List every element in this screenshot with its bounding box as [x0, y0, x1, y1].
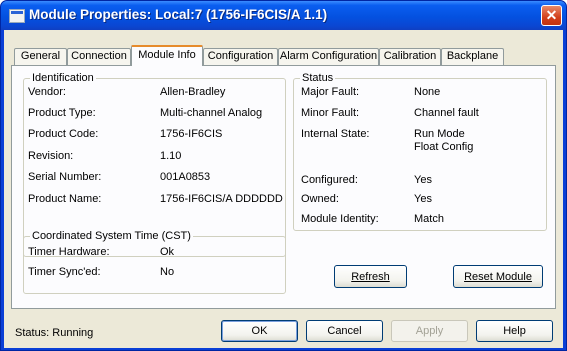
minor-fault-value: Channel fault — [414, 107, 479, 119]
tab-module-info[interactable]: Module Info — [131, 45, 203, 66]
ok-button[interactable]: OK — [221, 320, 298, 342]
minor-fault-label: Minor Fault: — [301, 107, 360, 119]
tab-alarm-configuration[interactable]: Alarm Configuration — [278, 48, 379, 65]
internal-state-label: Internal State: — [301, 128, 370, 140]
status-group: Status Major Fault: None Minor Fault: Ch… — [293, 72, 547, 231]
tab-connection[interactable]: Connection — [67, 48, 131, 65]
product-name-value: 1756-IF6CIS/A DDDDDD — [160, 193, 283, 205]
product-code-label: Product Code: — [28, 128, 99, 140]
reset-module-button-label: Reset Module — [464, 270, 532, 283]
configured-label: Configured: — [301, 174, 358, 186]
help-button[interactable]: Help — [476, 320, 553, 342]
tab-calibration[interactable]: Calibration — [379, 48, 441, 65]
module-identity-value: Match — [414, 213, 444, 225]
refresh-button[interactable]: Refresh — [334, 265, 407, 288]
dialog-client-area: General Connection Module Info Configura… — [4, 30, 563, 348]
tab-backplane[interactable]: Backplane — [441, 48, 504, 65]
configured-value: Yes — [414, 174, 432, 186]
reset-module-button[interactable]: Reset Module — [453, 265, 543, 288]
cancel-button[interactable]: Cancel — [306, 320, 383, 342]
window-title: Module Properties: Local:7 (1756-IF6CIS/… — [29, 7, 328, 22]
timer-synced-label: Timer Sync'ed: — [28, 266, 101, 278]
apply-button[interactable]: Apply — [391, 320, 468, 342]
major-fault-value: None — [414, 86, 441, 98]
internal-state-value: Run Mode — [414, 128, 465, 140]
module-info-panel: Identification Vendor: Allen-Bradley Pro… — [11, 65, 556, 309]
tab-general[interactable]: General — [14, 48, 67, 65]
refresh-button-label: Refresh — [351, 270, 390, 283]
close-icon[interactable]: ✕ — [541, 5, 562, 26]
module-properties-window: Module Properties: Local:7 (1756-IF6CIS/… — [0, 0, 567, 351]
timer-hardware-value: Ok — [160, 246, 175, 258]
owned-label: Owned: — [301, 193, 339, 205]
serial-number-value: 001A0853 — [160, 171, 211, 183]
product-type-label: Product Type: — [28, 107, 96, 119]
timer-hardware-label: Timer Hardware: — [28, 246, 110, 258]
revision-value: 1.10 — [160, 150, 182, 162]
product-code-value: 1756-IF6CIS — [160, 128, 223, 140]
revision-label: Revision: — [28, 150, 74, 162]
major-fault-label: Major Fault: — [301, 86, 360, 98]
serial-number-label: Serial Number: — [28, 171, 102, 183]
vendor-value: Allen-Bradley — [160, 86, 226, 98]
tab-configuration[interactable]: Configuration — [203, 48, 278, 65]
status-bar-text: Status: Running — [15, 327, 94, 339]
product-name-label: Product Name: — [28, 193, 102, 205]
owned-value: Yes — [414, 193, 432, 205]
internal-state-value-2: Float Config — [414, 141, 474, 153]
vendor-label: Vendor: — [28, 86, 66, 98]
cst-group: Coordinated System Time (CST) Timer Hard… — [23, 230, 286, 294]
window-icon — [9, 9, 25, 23]
timer-synced-value: No — [160, 266, 175, 278]
cst-group-title: Coordinated System Time (CST) — [30, 230, 193, 242]
status-group-title: Status — [300, 72, 336, 84]
title-bar[interactable]: Module Properties: Local:7 (1756-IF6CIS/… — [1, 1, 566, 30]
identification-group-title: Identification — [30, 72, 96, 84]
tab-strip: General Connection Module Info Configura… — [4, 30, 563, 66]
product-type-value: Multi-channel Analog — [160, 107, 263, 119]
module-identity-label: Module Identity: — [301, 213, 379, 225]
